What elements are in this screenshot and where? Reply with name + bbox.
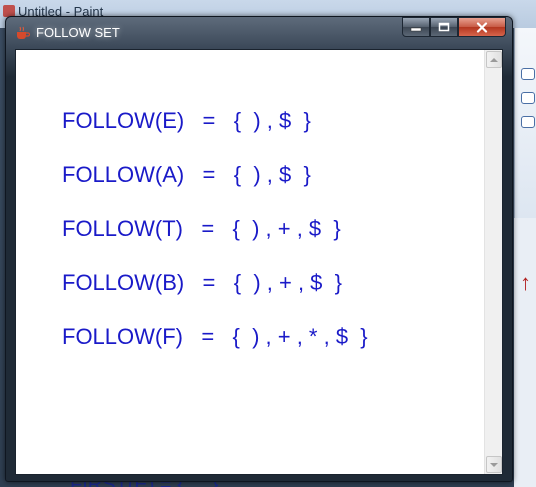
arrow-shape-icon[interactable] (521, 92, 535, 104)
window-client-area: FOLLOW(E) = { ) , $ } FOLLOW(A) = { ) , … (15, 49, 503, 475)
follow-set-a: FOLLOW(A) = { ) , $ } (62, 162, 311, 187)
follow-set-t: FOLLOW(T) = { ) , + , $ } (62, 216, 341, 241)
scroll-down-button[interactable] (486, 456, 502, 473)
paint-canvas-fragment: ↑ (520, 270, 531, 295)
maximize-icon (438, 22, 450, 32)
arrow-up-icon (490, 57, 498, 62)
minimize-button[interactable] (402, 17, 430, 37)
window-controls (402, 17, 506, 39)
follow-set-e: FOLLOW(E) = { ) , $ } (62, 108, 311, 133)
vertical-scrollbar[interactable] (484, 50, 502, 474)
follow-set-window: FOLLOW SET FOLLOW(E) = { ) , $ } FOLLOW(… (5, 16, 513, 482)
arrow-down-icon (490, 462, 498, 467)
follow-set-f: FOLLOW(F) = { ) , + , * , $ } (62, 324, 368, 349)
window-title: FOLLOW SET (36, 25, 120, 40)
rounded-rectangle-shape-icon[interactable] (521, 68, 535, 80)
scroll-up-button[interactable] (486, 51, 502, 68)
paint-shapes-toolbar (514, 28, 536, 218)
java-cup-icon (17, 26, 31, 39)
close-button[interactable] (458, 17, 506, 37)
callout-shape-icon[interactable] (521, 116, 535, 128)
maximize-button[interactable] (430, 17, 458, 37)
minimize-icon (410, 27, 422, 32)
close-icon (476, 21, 488, 33)
follow-set-content: FOLLOW(E) = { ) , $ } FOLLOW(A) = { ) , … (16, 50, 486, 474)
follow-set-b: FOLLOW(B) = { ) , + , $ } (62, 270, 342, 295)
